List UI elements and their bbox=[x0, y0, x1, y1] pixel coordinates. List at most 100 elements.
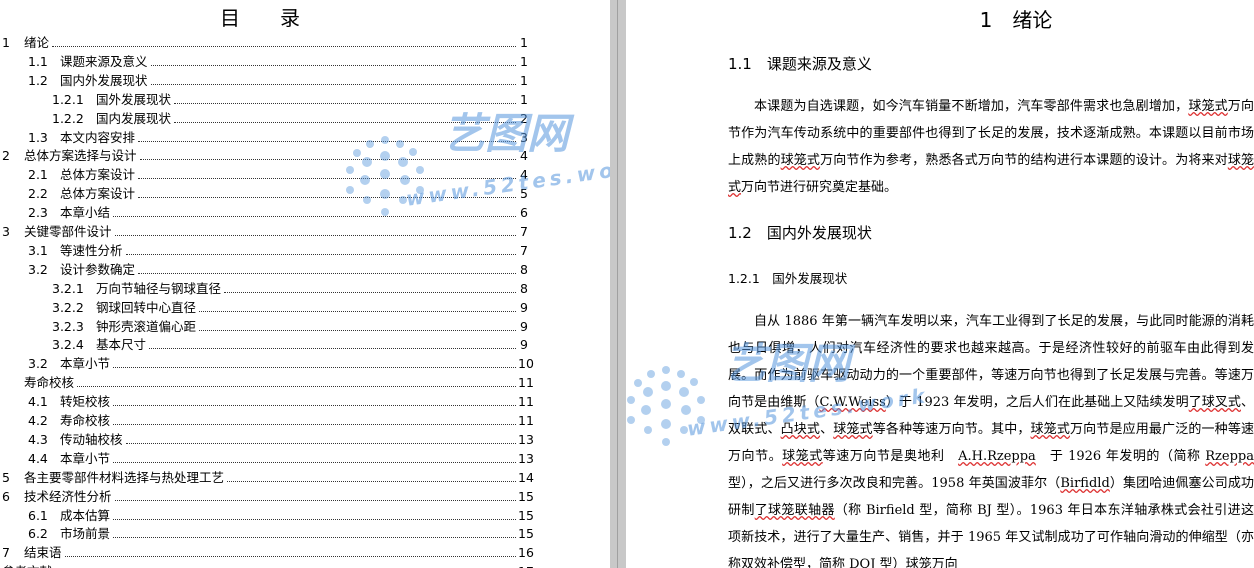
toc-entry[interactable]: 6.2 市场前景 15 bbox=[0, 522, 534, 542]
toc-entry[interactable]: 3.2 本章小节 10 bbox=[0, 352, 534, 372]
toc-entry[interactable]: 2.1 总体方案设计 4 bbox=[0, 163, 528, 182]
toc-entry-title: 寿命校核 bbox=[24, 375, 75, 391]
toc-entry-page: 15 bbox=[518, 507, 534, 523]
para2-spell-4[interactable]: 球笼式 bbox=[833, 422, 872, 437]
toc-entry-title: 基本尺寸 bbox=[96, 337, 147, 353]
toc-entry-page: 1 bbox=[520, 72, 528, 88]
para2-spell-1[interactable]: C.W.Weiss bbox=[819, 395, 885, 410]
paragraph-1: 本课题为自选课题，如今汽车销量不断增加，汽车零部件需求也急剧增加，球笼式万向节作… bbox=[728, 93, 1254, 201]
body-page[interactable]: 1 绪论 1.1 课题来源及意义 本课题为自选课题，如今汽车销量不断增加，汽车零… bbox=[626, 0, 1254, 568]
toc-entry-title: 钢球回转中心直径 bbox=[96, 299, 197, 315]
toc-entry[interactable]: 1.2 国内外发展现状 1 bbox=[0, 69, 528, 88]
toc-entry[interactable]: 寿命校核 11 bbox=[0, 371, 534, 391]
toc-entry[interactable]: 2.2 总体方案设计 5 bbox=[0, 182, 528, 201]
para2-text-d: 、 bbox=[820, 422, 834, 437]
toc-leader-dots bbox=[139, 159, 516, 161]
para2-spell-6[interactable]: 球笼式 bbox=[782, 449, 823, 464]
toc-entry-page: 1 bbox=[520, 35, 528, 50]
toc-leader-dots bbox=[52, 46, 516, 47]
toc-entry[interactable]: 1 绪论 1 bbox=[0, 31, 528, 50]
toc-leader-dots bbox=[114, 235, 516, 236]
toc-entry[interactable]: 3.2.4 基本尺寸 9 bbox=[0, 333, 528, 352]
toc-entry-title: 成本估算 bbox=[60, 507, 111, 523]
toc-leader-dots bbox=[114, 499, 516, 501]
para2-text-g: 等速万向节是奥地利 bbox=[822, 449, 959, 464]
para2-spell-5[interactable]: 球笼式 bbox=[1031, 422, 1070, 437]
toc-entry-number: 6 bbox=[2, 488, 10, 504]
toc-entry[interactable]: 6 技术经济性分析 15 bbox=[0, 485, 534, 504]
para2-spell-11[interactable]: 球笼万向 bbox=[906, 557, 958, 568]
toc-entry[interactable]: 1.2.1 国外发展现状 1 bbox=[0, 88, 528, 107]
toc-entry-title: 市场前景 bbox=[60, 526, 111, 542]
toc-entry[interactable]: 4.4 本章小节 13 bbox=[0, 447, 534, 466]
toc-entry-title: 等速性分析 bbox=[60, 242, 123, 258]
toc-entry-title: 国内外发展现状 bbox=[60, 72, 148, 88]
toc-leader-dots bbox=[224, 291, 516, 293]
subsection-heading-1-2-1: 1.2.1 国外发展现状 bbox=[728, 271, 848, 286]
toc-entry-number: 3.2 bbox=[28, 261, 48, 277]
toc-entry[interactable]: 2 总体方案选择与设计 4 bbox=[0, 144, 528, 163]
para2-spell-7[interactable]: A.H.Rzeppa bbox=[958, 449, 1036, 464]
toc-entry-title: 结束语 bbox=[24, 545, 62, 561]
toc-leader-dots bbox=[113, 367, 516, 369]
section-heading-1-1: 1.1 课题来源及意义 bbox=[728, 55, 872, 73]
toc-entry-title: 传动轴校核 bbox=[60, 431, 123, 447]
toc-entry[interactable]: 3.2.2 钢球回转中心直径 9 bbox=[0, 296, 528, 315]
toc-entry[interactable]: 4.1 转矩校核 11 bbox=[0, 390, 534, 409]
toc-entry-number: 2.3 bbox=[28, 205, 48, 221]
toc-entry-title: 本章小节 bbox=[60, 356, 111, 372]
toc-entry-page: 9 bbox=[520, 337, 528, 353]
para2-spell-2[interactable]: 了球叉式 bbox=[1189, 395, 1241, 410]
toc-entry[interactable]: 3.2.1 万向节轴径与钢球直径 8 bbox=[0, 277, 528, 296]
toc-entry[interactable]: 参考文献 17 bbox=[0, 560, 534, 568]
toc-entry-title: 本章小节 bbox=[60, 450, 111, 466]
toc-entry[interactable]: 3.2 设计参数确定 8 bbox=[0, 258, 528, 277]
toc-entry[interactable]: 1.3 本文内容安排 3 bbox=[0, 126, 528, 145]
para2-text-i: 型），之后又进行多次改良和完善。1958 年英国波菲尔（ bbox=[728, 476, 1061, 491]
toc-entry-number: 3.2.3 bbox=[52, 318, 84, 334]
toc-entry[interactable]: 2.3 本章小结 6 bbox=[0, 201, 528, 220]
para2-spell-8[interactable]: Rzeppa bbox=[1205, 449, 1254, 464]
toc-leader-dots bbox=[113, 461, 516, 463]
para2-spell-3[interactable]: 凸块式 bbox=[781, 422, 820, 437]
toc-entry[interactable]: 7 结束语 16 bbox=[0, 541, 534, 561]
toc-entry-title: 各主要零部件材料选择与热处理工艺 bbox=[24, 469, 225, 485]
para2-spell-9[interactable]: Birfidld bbox=[1060, 476, 1109, 491]
para1-spell-2[interactable]: 球笼式 bbox=[781, 153, 820, 168]
toc-entry[interactable]: 3 关键零部件设计 7 bbox=[0, 220, 528, 239]
toc-entry-number: 1.2.2 bbox=[52, 110, 84, 126]
toc-entry[interactable]: 1.1 课题来源及意义 1 bbox=[0, 50, 528, 69]
para2-text-e: 等各种等速万向节。其中， bbox=[872, 422, 1031, 437]
toc-leader-dots bbox=[149, 348, 516, 350]
toc-entry-page: 13 bbox=[518, 431, 534, 447]
toc-entry[interactable]: 6.1 成本估算 15 bbox=[0, 504, 534, 523]
toc-entry[interactable]: 5 各主要零部件材料选择与热处理工艺 14 bbox=[0, 466, 534, 485]
toc-entry[interactable]: 4.3 传动轴校核 13 bbox=[0, 428, 534, 447]
toc-entry[interactable]: 3.2.3 钟形壳滚道偏心距 9 bbox=[0, 315, 528, 334]
toc-entry-page: 1 bbox=[520, 91, 528, 107]
toc-entry[interactable]: 4.2 寿命校核 11 bbox=[0, 409, 534, 428]
toc-entry-title: 国内发展现状 bbox=[96, 110, 172, 126]
para1-spell-1[interactable]: 球笼式 bbox=[1188, 99, 1227, 114]
toc-entry[interactable]: 1.2.2 国内发展现状 2 bbox=[0, 107, 528, 126]
para2-spell-10[interactable]: 了球笼联轴器 bbox=[755, 503, 835, 518]
toc-entry-title: 钟形壳滚道偏心距 bbox=[96, 318, 197, 334]
toc-entry-page: 6 bbox=[520, 205, 528, 221]
toc-entry-title: 万向节轴径与钢球直径 bbox=[96, 280, 222, 296]
toc-entry-title: 本章小结 bbox=[60, 205, 111, 221]
toc-entry-number: 4.2 bbox=[28, 413, 48, 428]
toc-entry-number: 2 bbox=[2, 148, 10, 164]
toc-entry[interactable]: 3.1 等速性分析 7 bbox=[0, 239, 528, 258]
toc-entry-page: 10 bbox=[518, 356, 534, 372]
toc-entry-page: 8 bbox=[520, 261, 528, 277]
toc-entry-page: 4 bbox=[520, 167, 528, 183]
toc-page[interactable]: 目 录 1 绪论 1 1.1 课题来源及意义 1 1.2 国内外发展现状 1 1.2.1 国外发展现… bbox=[0, 0, 610, 568]
toc-entry-page: 11 bbox=[518, 375, 534, 391]
toc-leader-dots bbox=[150, 64, 516, 66]
toc-entry-page: 13 bbox=[518, 450, 534, 466]
toc-entry-number: 4.3 bbox=[28, 431, 48, 447]
toc-entry-page: 5 bbox=[520, 186, 528, 202]
toc-entry-number: 4.4 bbox=[28, 450, 48, 466]
para2-text-h: 于 1926 年发明的（简称 bbox=[1035, 449, 1206, 464]
toc-entry-number: 1.3 bbox=[28, 129, 48, 145]
